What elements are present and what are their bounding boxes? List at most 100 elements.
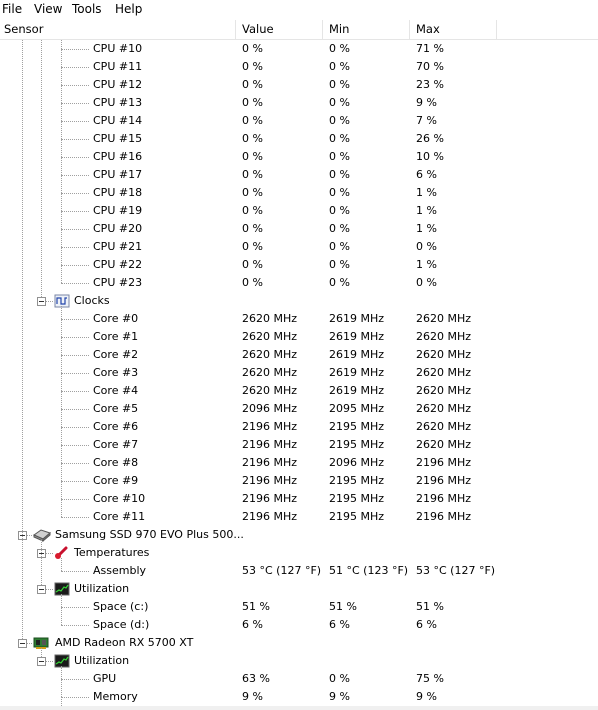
collapse-toggle-icon[interactable] [37,657,46,666]
sensor-label: CPU #18 [93,186,143,199]
sensor-min: 2195 MHz [329,420,385,433]
column-divider[interactable] [409,20,410,39]
sensor-value: 2196 MHz [242,456,298,469]
sensor-row[interactable]: Core #9 2196 MHz 2195 MHz 2196 MHz [0,472,598,490]
tree-connector [61,391,89,392]
menu-tools[interactable]: Tools [72,2,102,17]
column-value[interactable]: Value [238,20,322,39]
sensor-min: 2619 MHz [329,366,385,379]
sensor-row[interactable]: Core #5 2096 MHz 2095 MHz 2620 MHz [0,400,598,418]
sensor-min: 2619 MHz [329,384,385,397]
sensor-row[interactable]: CPU #19 0 % 0 % 1 % [0,202,598,220]
tree-connector [61,139,89,140]
sensor-row[interactable]: Core #6 2196 MHz 2195 MHz 2620 MHz [0,418,598,436]
sensor-value: 2196 MHz [242,474,298,487]
sensor-row[interactable]: Space (d:) 6 % 6 % 6 % [0,616,598,634]
group-row[interactable]: Clocks [0,292,598,310]
sensor-max: 2620 MHz [416,330,472,343]
group-row[interactable]: Utilization [0,580,598,598]
tree-connector [27,643,32,644]
collapse-toggle-icon[interactable] [37,297,46,306]
sensor-row[interactable]: GPU 63 % 0 % 75 % [0,670,598,688]
sensor-row[interactable]: CPU #22 0 % 0 % 1 % [0,256,598,274]
sensor-row[interactable]: Core #4 2620 MHz 2619 MHz 2620 MHz [0,382,598,400]
column-max[interactable]: Max [412,20,496,39]
sensor-label: Clocks [74,294,110,307]
device-row[interactable]: Samsung SSD 970 EVO Plus 500... [0,526,598,544]
sensor-row[interactable]: Core #8 2196 MHz 2096 MHz 2196 MHz [0,454,598,472]
utilization-monitor-icon [54,654,70,668]
tree-connector [61,247,89,248]
sensor-row[interactable]: CPU #16 0 % 0 % 10 % [0,148,598,166]
column-divider[interactable] [322,20,323,39]
sensor-row[interactable]: Core #2 2620 MHz 2619 MHz 2620 MHz [0,346,598,364]
collapse-toggle-icon[interactable] [18,639,27,648]
sensor-value: 2096 MHz [242,402,298,415]
group-row[interactable]: Utilization [0,652,598,670]
sensor-value: 2196 MHz [242,492,298,505]
sensor-label: CPU #22 [93,258,143,271]
sensor-max: 51 % [416,600,444,613]
sensor-value: 0 % [242,42,263,55]
sensor-max: 6 % [416,168,437,181]
group-row[interactable]: Temperatures [0,544,598,562]
column-sensor[interactable]: Sensor [0,20,235,39]
sensor-min: 2095 MHz [329,402,385,415]
tree-connector [61,445,89,446]
sensor-value: 6 % [242,618,263,631]
sensor-row[interactable]: Memory 9 % 9 % 9 % [0,688,598,706]
sensor-min: 0 % [329,258,350,271]
sensor-max: 23 % [416,78,444,91]
sensor-row[interactable]: CPU #11 0 % 0 % 70 % [0,58,598,76]
menu-view[interactable]: View [34,2,62,17]
sensor-row[interactable]: CPU #13 0 % 0 % 9 % [0,94,598,112]
sensor-row[interactable]: Assembly 53 °C (127 °F) 51 °C (123 °F) 53 °… [0,562,598,580]
tree-connector [61,67,89,68]
sensor-min: 0 % [329,78,350,91]
sensor-row[interactable]: Space (c:) 51 % 51 % 51 % [0,598,598,616]
sensor-label: CPU #10 [93,42,143,55]
sensor-label: Core #6 [93,420,139,433]
sensor-row[interactable]: Core #3 2620 MHz 2619 MHz 2620 MHz [0,364,598,382]
tree-connector [61,211,89,212]
sensor-max: 0 % [416,240,437,253]
sensor-max: 2620 MHz [416,420,472,433]
device-row[interactable]: AMD Radeon RX 5700 XT [0,634,598,652]
menu-help[interactable]: Help [115,2,142,17]
sensor-row[interactable]: Core #1 2620 MHz 2619 MHz 2620 MHz [0,328,598,346]
sensor-max: 2620 MHz [416,384,472,397]
collapse-toggle-icon[interactable] [37,585,46,594]
column-divider[interactable] [496,20,497,39]
sensor-value: 0 % [242,114,263,127]
sensor-max: 2196 MHz [416,456,472,469]
sensor-row[interactable]: CPU #17 0 % 0 % 6 % [0,166,598,184]
sensor-row[interactable]: Core #7 2196 MHz 2195 MHz 2620 MHz [0,436,598,454]
sensor-min: 0 % [329,168,350,181]
sensor-row[interactable]: Core #10 2196 MHz 2195 MHz 2196 MHz [0,490,598,508]
sensor-row[interactable]: CPU #14 0 % 0 % 7 % [0,112,598,130]
sensor-max: 2196 MHz [416,510,472,523]
sensor-row[interactable]: Core #11 2196 MHz 2195 MHz 2196 MHz [0,508,598,526]
sensor-row[interactable]: CPU #23 0 % 0 % 0 % [0,274,598,292]
tree-connector [61,463,89,464]
tree-connector [61,121,89,122]
horizontal-scrollbar[interactable] [0,706,598,710]
tree-connector [61,355,89,356]
sensor-max: 2620 MHz [416,438,472,451]
sensor-row[interactable]: CPU #21 0 % 0 % 0 % [0,238,598,256]
tree-connector [61,319,89,320]
sensor-row[interactable]: CPU #20 0 % 0 % 1 % [0,220,598,238]
sensor-min: 51 % [329,600,357,613]
sensor-row[interactable]: CPU #12 0 % 0 % 23 % [0,76,598,94]
sensor-row[interactable]: Core #0 2620 MHz 2619 MHz 2620 MHz [0,310,598,328]
sensor-row[interactable]: CPU #10 0 % 0 % 71 % [0,40,598,58]
sensor-max: 1 % [416,204,437,217]
menu-file[interactable]: File [2,2,22,17]
thermometer-icon [54,546,70,560]
sensor-row[interactable]: CPU #15 0 % 0 % 26 % [0,130,598,148]
column-divider[interactable] [235,20,236,39]
column-min[interactable]: Min [325,20,409,39]
sensor-value: 2620 MHz [242,312,298,325]
sensor-tree[interactable]: CPU #10 0 % 0 % 71 % CPU #11 0 % 0 % 70 % CPU #1… [0,40,598,710]
sensor-row[interactable]: CPU #18 0 % 0 % 1 % [0,184,598,202]
